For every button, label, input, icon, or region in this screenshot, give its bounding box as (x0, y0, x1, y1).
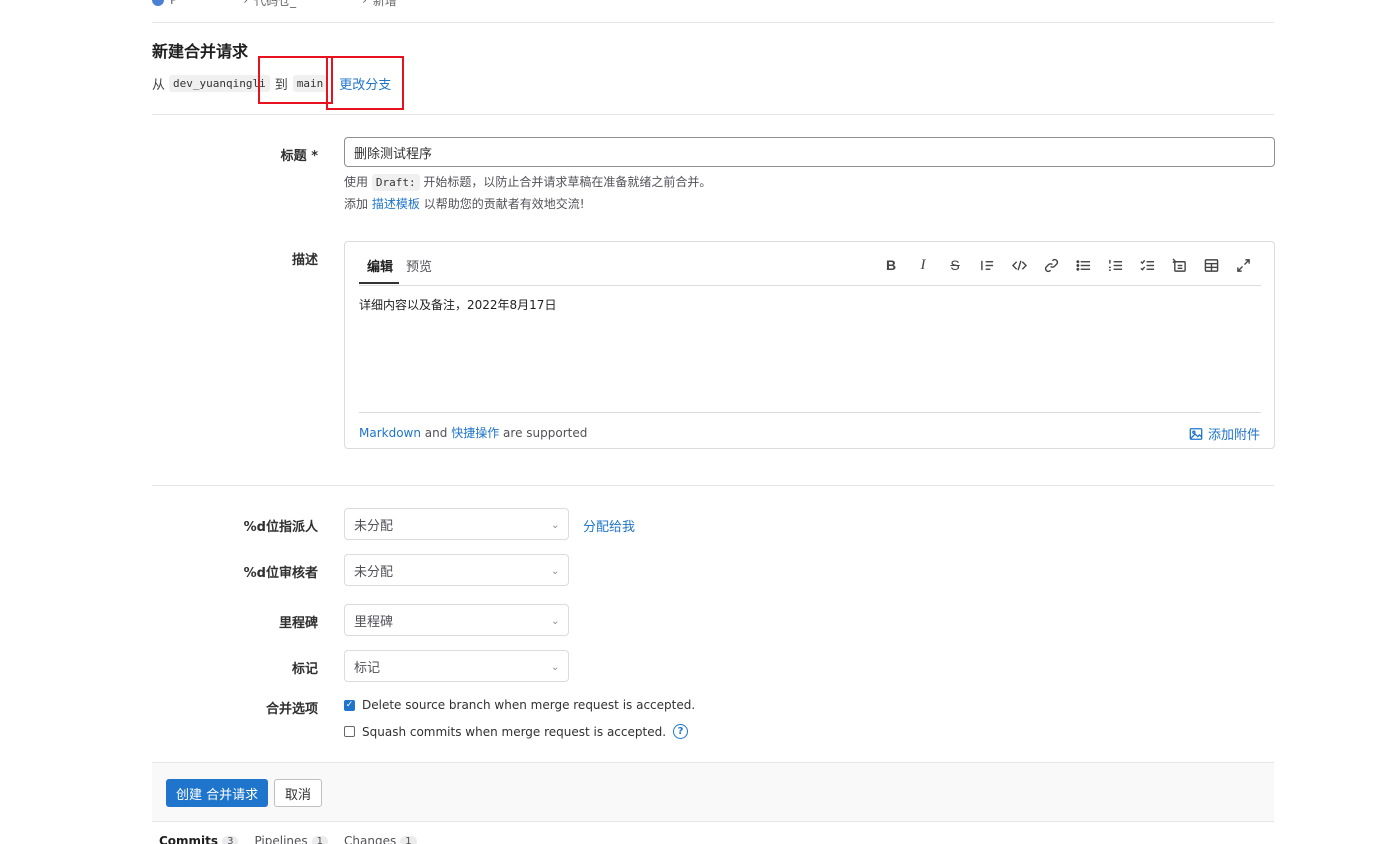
image-icon (1189, 427, 1203, 440)
delete-source-option: ✓ Delete source branch when merge reques… (344, 698, 695, 712)
title-input[interactable] (344, 137, 1275, 167)
tab-label: Pipelines (254, 834, 308, 844)
assign-to-me-link[interactable]: 分配给我 (583, 516, 635, 535)
collapsible-icon[interactable] (1168, 254, 1190, 276)
divider (152, 114, 1274, 115)
page-title: 新建合并请求 (152, 42, 249, 61)
chevron-right-icon: › (362, 0, 367, 7)
tab-commits[interactable]: Commits 3 (159, 834, 239, 844)
italic-icon[interactable]: I (912, 254, 934, 276)
squash-checkbox[interactable] (344, 726, 355, 737)
task-list-icon[interactable] (1136, 254, 1158, 276)
milestone-value: 里程碑 (354, 614, 394, 630)
draft-code: Draft: (371, 174, 420, 191)
strikethrough-icon[interactable]: S (944, 254, 966, 276)
labels-value: 标记 (354, 660, 381, 676)
count-badge: 1 (400, 835, 417, 844)
quick-actions-link[interactable]: 快捷操作 (451, 426, 499, 440)
merge-options-label: 合并选项 (265, 702, 318, 717)
active-tab-indicator (359, 282, 399, 284)
template-hint: 添加 描述模板 以帮助您的贡献者有效地交流! (344, 195, 585, 212)
assignee-select[interactable]: 未分配 ⌄ (344, 508, 569, 540)
delete-source-label: Delete source branch when merge request … (362, 698, 696, 712)
quote-icon[interactable] (976, 254, 998, 276)
hint-text: 使用 (344, 175, 369, 189)
divider (359, 285, 1261, 286)
tab-pipelines[interactable]: Pipelines 1 (254, 834, 329, 844)
count-badge: 1 (311, 835, 329, 844)
chevron-down-icon: ⌄ (551, 566, 560, 577)
squash-option: Squash commits when merge request is acc… (344, 724, 689, 739)
editor-footer: Markdown and 快捷操作 are supported (359, 424, 587, 441)
milestone-select[interactable]: 里程碑 ⌄ (344, 604, 569, 636)
hint-text: 开始标题，以防止合并请求草稿在准备就绪之前合并。 (423, 175, 712, 189)
attach-file-button[interactable]: 添加附件 (1189, 424, 1260, 443)
tab-label: Commits (159, 834, 219, 844)
breadcrumb-item[interactable]: P (170, 0, 177, 7)
table-icon[interactable] (1200, 254, 1222, 276)
assignee-value: 未分配 (354, 518, 394, 534)
reviewer-label: %d位审核者 (243, 566, 318, 581)
help-icon[interactable]: ? (673, 724, 689, 739)
breadcrumb-item[interactable]: 代码仓_ (254, 0, 296, 9)
source-branch: dev_yuanqingli (169, 74, 270, 92)
description-label: 描述 (291, 253, 318, 268)
tab-changes[interactable]: Changes 1 (344, 834, 417, 844)
delete-source-checkbox[interactable]: ✓ (344, 699, 355, 711)
footer-text: and (424, 426, 448, 440)
reviewer-select[interactable]: 未分配 ⌄ (344, 554, 569, 586)
labels-label: 标记 (291, 662, 318, 677)
create-merge-request-button[interactable]: 创建 合并请求 (166, 779, 269, 807)
tab-edit[interactable]: 编辑 (367, 256, 393, 275)
assignee-label: %d位指派人 (243, 520, 318, 535)
divider (152, 485, 1274, 486)
chevron-right-icon: › (243, 0, 249, 7)
breadcrumb-item[interactable]: 新增 (373, 0, 397, 9)
hint-text: 添加 (344, 197, 369, 211)
chevron-down-icon: ⌄ (551, 520, 560, 531)
bullet-list-icon[interactable] (1072, 254, 1094, 276)
link-icon[interactable] (1040, 254, 1062, 276)
tab-label: Changes (344, 834, 397, 844)
annotation-box (326, 56, 404, 110)
from-label: 从 (152, 77, 166, 93)
description-editor: 编辑 预览 B I S 详细内容以及备注，2022年8月17日 Markdown… (344, 241, 1275, 449)
code-icon[interactable] (1008, 254, 1030, 276)
breadcrumb: P › 代码仓_ › 新增 (152, 0, 397, 8)
form-actions: 创建 合并请求 取消 (152, 762, 1274, 822)
project-avatar[interactable] (152, 0, 164, 6)
markdown-toolbar: B I S (880, 254, 1254, 276)
cancel-button[interactable]: 取消 (274, 779, 323, 807)
chevron-down-icon: ⌄ (551, 662, 560, 673)
description-template-link[interactable]: 描述模板 (372, 197, 420, 211)
labels-select[interactable]: 标记 ⌄ (344, 650, 569, 682)
squash-label: Squash commits when merge request is acc… (362, 724, 667, 739)
tab-preview[interactable]: 预览 (406, 256, 432, 275)
mr-tabs: Commits 3 Pipelines 1 Changes 1 (159, 834, 417, 844)
divider (359, 412, 1261, 413)
footer-text: are supported (503, 426, 588, 440)
markdown-link[interactable]: Markdown (359, 426, 421, 440)
hint-text: 以帮助您的贡献者有效地交流! (423, 197, 585, 211)
reviewer-value: 未分配 (354, 564, 394, 580)
description-textarea[interactable]: 详细内容以及备注，2022年8月17日 (359, 296, 556, 313)
milestone-label: 里程碑 (278, 616, 318, 631)
title-label: 标题 * (280, 149, 318, 164)
count-badge: 3 (222, 835, 239, 844)
fullscreen-icon[interactable] (1232, 254, 1254, 276)
divider (152, 22, 1274, 23)
attach-label: 添加附件 (1207, 428, 1260, 443)
chevron-down-icon: ⌄ (551, 616, 560, 627)
annotation-box (258, 56, 333, 104)
title-hint: 使用 Draft: 开始标题，以防止合并请求草稿在准备就绪之前合并。 (344, 173, 712, 191)
numbered-list-icon[interactable] (1104, 254, 1126, 276)
bold-icon[interactable]: B (880, 254, 902, 276)
